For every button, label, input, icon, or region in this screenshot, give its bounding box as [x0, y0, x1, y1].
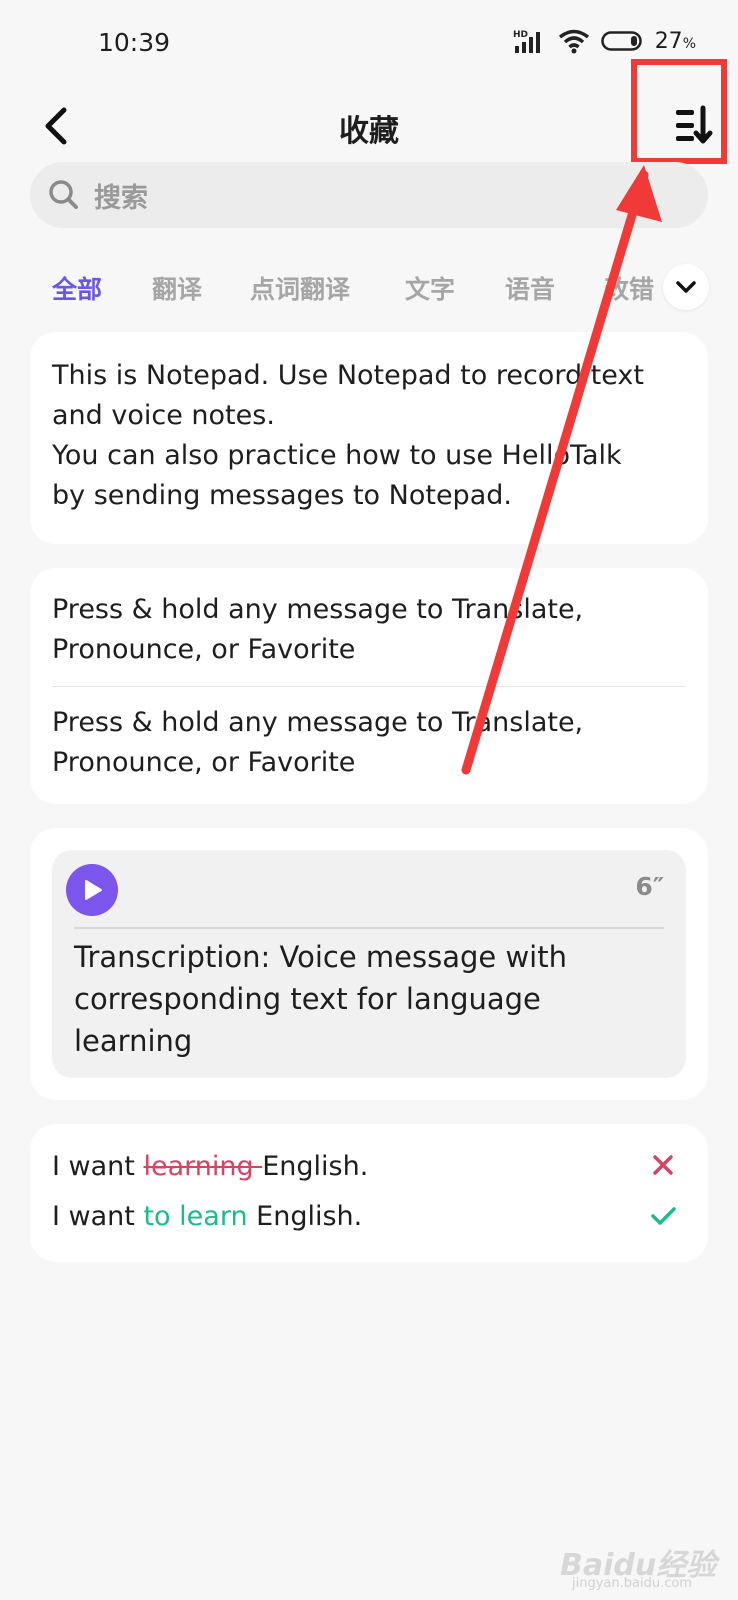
chevron-down-icon — [676, 281, 696, 293]
note-card[interactable]: This is Notepad. Use Notepad to record t… — [30, 332, 708, 544]
play-icon — [85, 880, 102, 900]
divider — [74, 927, 664, 929]
strikethrough-word: learning — [143, 1151, 263, 1182]
translate-item-line: Pronounce, or Favorite — [52, 747, 356, 778]
note-line: You can also practice how to use HelloTa… — [52, 440, 622, 471]
watermark-sub: jingyan.baidu.com — [572, 1576, 692, 1591]
checkmark-icon — [651, 1207, 676, 1225]
status-time: 10:39 — [98, 28, 171, 57]
search-icon — [49, 180, 78, 209]
tab-voice[interactable]: 语音 — [505, 270, 555, 306]
battery-icon — [600, 30, 645, 52]
note-line: and voice notes. — [52, 400, 275, 431]
voice-card[interactable]: 6″ Transcription: Voice message with cor… — [30, 828, 708, 1100]
category-tabs: 全部 翻译 点词翻译 文字 语音 改错 — [0, 258, 738, 318]
incorrect-sentence: I want learning English. — [52, 1142, 686, 1192]
expand-tabs-button[interactable] — [663, 264, 709, 310]
cross-icon — [653, 1155, 673, 1175]
search-bar[interactable]: 搜索 — [30, 162, 708, 228]
correction-card[interactable]: I want learning English. I want to learn… — [30, 1124, 708, 1262]
voice-duration: 6″ — [635, 872, 664, 901]
divider — [52, 686, 686, 687]
network-badge: HD — [513, 30, 528, 40]
note-line: This is Notepad. Use Notepad to record t… — [52, 360, 644, 391]
battery-level: 27% — [654, 28, 696, 54]
translate-item-line: Press & hold any message to Translate, — [52, 707, 584, 738]
tab-word-translate[interactable]: 点词翻译 — [250, 270, 350, 306]
voice-message[interactable]: 6″ Transcription: Voice message with cor… — [52, 850, 686, 1078]
tab-translate[interactable]: 翻译 — [152, 270, 202, 306]
status-icons: HD 27% — [513, 28, 696, 54]
nav-bar: 收藏 — [0, 84, 738, 172]
transcription-text: Transcription: Voice message with corres… — [74, 940, 567, 1058]
tab-all[interactable]: 全部 — [52, 270, 102, 306]
translate-item-line: Pronounce, or Favorite — [52, 634, 356, 665]
annotation-highlight-box — [631, 59, 727, 164]
tab-text[interactable]: 文字 — [405, 270, 455, 306]
translate-card[interactable]: Press & hold any message to Translate, P… — [30, 568, 708, 804]
translate-item[interactable]: Press & hold any message to Translate, P… — [52, 703, 686, 783]
status-bar: 10:39 HD 27% — [0, 0, 738, 84]
play-button[interactable] — [66, 864, 118, 916]
translate-item-line: Press & hold any message to Translate, — [52, 594, 584, 625]
page-title: 收藏 — [339, 114, 399, 149]
corrected-sentence: I want to learn English. — [52, 1192, 686, 1242]
tab-correction[interactable]: 改错 — [604, 270, 654, 306]
note-line: by sending messages to Notepad. — [52, 480, 512, 511]
translate-item[interactable]: Press & hold any message to Translate, P… — [52, 590, 686, 670]
search-placeholder: 搜索 — [94, 182, 148, 214]
signal-icon: HD — [513, 28, 547, 54]
corrected-word: to learn — [143, 1201, 248, 1232]
wifi-icon — [557, 28, 591, 54]
